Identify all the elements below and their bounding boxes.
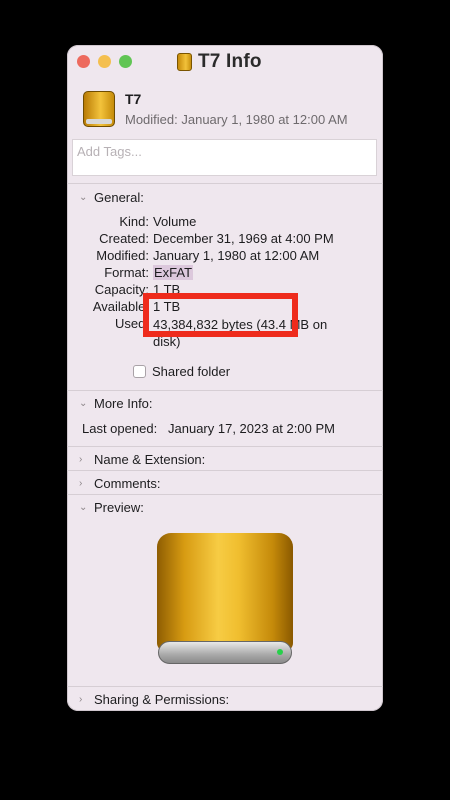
section-preview[interactable]: ⌄ Preview: [79, 500, 144, 515]
drive-preview-image [157, 533, 293, 668]
section-general[interactable]: ⌄ General: [79, 190, 144, 205]
available-label: Available: [92, 299, 149, 314]
shared-folder-option[interactable]: Shared folder [133, 364, 230, 379]
item-modified: Modified: January 1, 1980 at 12:00 AM [125, 112, 348, 127]
last-opened-label: Last opened: [82, 421, 158, 436]
created-label: Created: [99, 231, 149, 246]
divider [67, 390, 383, 391]
close-button[interactable] [77, 55, 90, 68]
external-drive-icon [83, 91, 115, 127]
drive-icon [177, 53, 192, 71]
chevron-down-icon: ⌄ [79, 398, 88, 409]
drive-body [157, 533, 293, 651]
divider [67, 494, 383, 495]
drive-base [158, 641, 292, 664]
section-more-info-label: More Info: [94, 396, 153, 411]
row-kind: Kind: Volume [67, 214, 383, 231]
kind-value: Volume [153, 214, 197, 229]
kind-label: Kind: [119, 214, 149, 229]
chevron-down-icon: ⌄ [79, 502, 88, 513]
title-bar: T7 Info [67, 45, 383, 79]
chevron-right-icon: › [79, 694, 83, 705]
section-sharing-label: Sharing & Permissions: [94, 692, 230, 707]
tags-field[interactable] [72, 139, 377, 176]
modified-label: Modified: [96, 248, 149, 263]
format-label: Format: [104, 265, 149, 280]
row-modified: Modified: January 1, 1980 at 12:00 AM [67, 248, 383, 265]
section-name-extension[interactable]: › Name & Extension: [79, 452, 205, 467]
drive-led-icon [277, 649, 283, 655]
row-last-opened: Last opened: January 17, 2023 at 2:00 PM [67, 421, 383, 438]
shared-folder-checkbox[interactable] [133, 365, 146, 378]
chevron-down-icon: ⌄ [79, 192, 88, 203]
format-value-wrap: ExFAT [153, 265, 194, 280]
section-sharing[interactable]: › Sharing & Permissions: [79, 692, 229, 707]
row-format: Format: ExFAT [67, 265, 383, 282]
info-window: T7 Info T7 Modified: January 1, 1980 at … [67, 45, 383, 711]
window-title: T7 Info [177, 51, 262, 73]
section-general-label: General: [94, 190, 144, 205]
window-title-text: T7 Info [198, 51, 262, 72]
chevron-right-icon: › [79, 478, 83, 489]
zoom-button[interactable] [119, 55, 132, 68]
tags-input[interactable] [75, 143, 369, 160]
last-opened-value: January 17, 2023 at 2:00 PM [168, 421, 335, 436]
divider [67, 470, 383, 471]
divider [67, 686, 383, 687]
divider [67, 446, 383, 447]
format-value: ExFAT [153, 265, 194, 280]
section-comments-label: Comments: [94, 476, 161, 491]
section-preview-label: Preview: [94, 500, 144, 515]
minimize-button[interactable] [98, 55, 111, 68]
chevron-right-icon: › [79, 454, 83, 465]
row-created: Created: December 31, 1969 at 4:00 PM [67, 231, 383, 248]
created-value: December 31, 1969 at 4:00 PM [153, 231, 334, 246]
modified-value: January 1, 1980 at 12:00 AM [153, 248, 320, 263]
section-name-extension-label: Name & Extension: [94, 452, 206, 467]
section-more-info[interactable]: ⌄ More Info: [79, 396, 153, 411]
divider [67, 183, 383, 184]
item-name: T7 [125, 91, 142, 107]
annotation-highlight-box [143, 293, 298, 337]
capacity-label: Capacity: [94, 282, 149, 297]
info-header: T7 Modified: January 1, 1980 at 12:00 AM [67, 81, 383, 141]
section-comments[interactable]: › Comments: [79, 476, 160, 491]
shared-folder-label: Shared folder [152, 364, 231, 379]
